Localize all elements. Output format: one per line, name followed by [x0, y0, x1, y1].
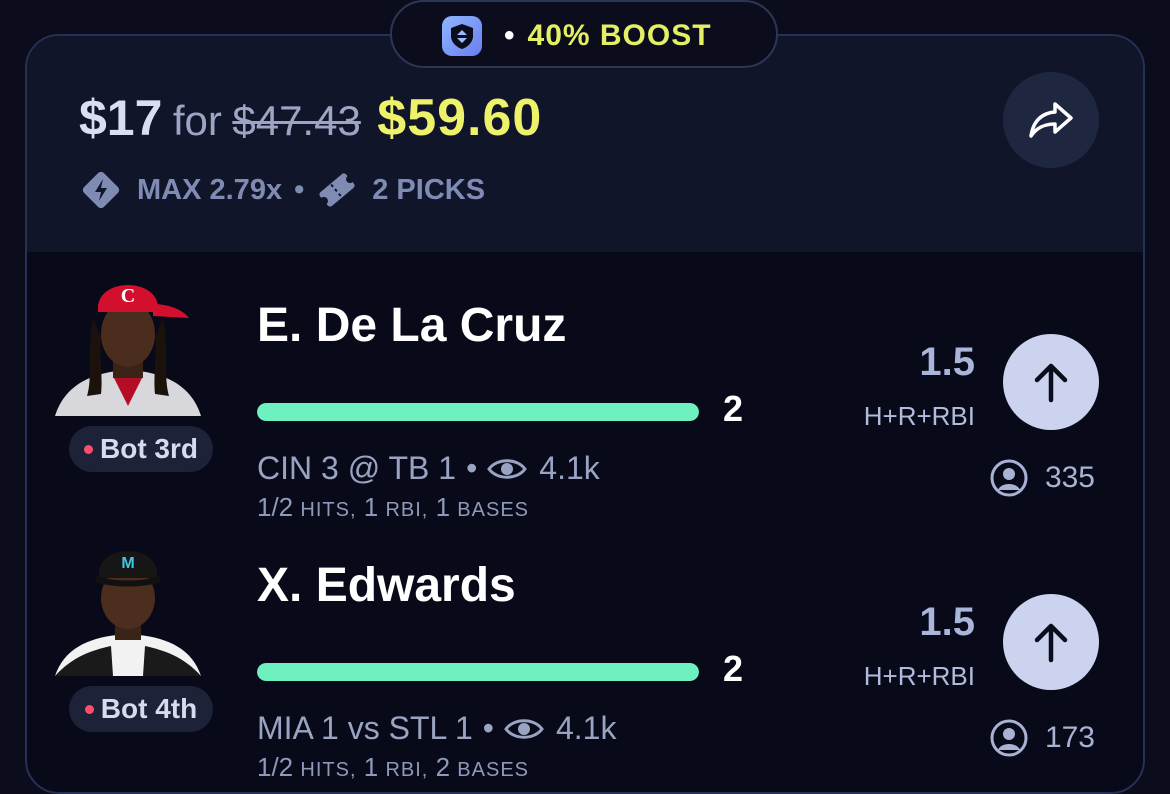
bases-label: BASES	[457, 499, 529, 521]
eye-icon	[504, 718, 544, 739]
pick-row[interactable]: C Bot 3rd E. De La Cruz 2 CIN 3 @ TB 1 •…	[27, 266, 1143, 526]
player-name: X. Edwards	[257, 559, 516, 612]
bases-value: 1	[435, 492, 451, 522]
bases-label: BASES	[457, 759, 529, 781]
live-dot-icon	[84, 704, 94, 714]
max-multiplier-label: MAX 2.79x	[137, 173, 283, 206]
svg-text:M: M	[121, 555, 134, 572]
boost-label: • 40% BOOST	[504, 19, 712, 53]
stat-type: H+R+RBI	[863, 401, 975, 431]
payout-summary: $17 for $47.43 $59.60	[79, 90, 542, 159]
pick-count-value: 335	[1044, 461, 1095, 494]
progress-bar	[257, 663, 699, 681]
max-multiplier-icon	[82, 171, 120, 209]
for-label: for	[172, 97, 222, 144]
progress-fill	[257, 403, 699, 421]
progress-bar	[257, 403, 699, 421]
hits-label: HITS,	[300, 759, 357, 781]
player-avatar: C	[53, 266, 203, 416]
hits-value: 1/2	[257, 492, 294, 522]
meta-separator: •	[294, 173, 305, 206]
hits-value: 1/2	[257, 752, 294, 782]
stake-amount: $17	[79, 90, 163, 146]
player-avatar: M	[53, 526, 203, 676]
inning-label: Bot 4th	[100, 693, 198, 724]
ticket-icon	[319, 173, 355, 207]
game-info: MIA 1 vs STL 1 • 4.1k	[257, 710, 616, 747]
bases-value: 2	[435, 752, 451, 782]
original-payout: $47.43	[232, 97, 361, 144]
stat-type: H+R+RBI	[863, 661, 975, 691]
more-pick-button[interactable]	[1003, 594, 1099, 690]
arrow-up-icon	[1034, 363, 1068, 403]
share-button[interactable]	[1003, 72, 1099, 168]
user-icon	[990, 459, 1028, 497]
inning-label: Bot 3rd	[100, 433, 198, 464]
rbi-value: 1	[363, 492, 379, 522]
inning-badge: Bot 3rd	[69, 426, 213, 472]
boost-pill[interactable]: • 40% BOOST	[390, 0, 778, 68]
live-stats: 1/2 HITS, 1 RBI, 2 BASES	[257, 752, 529, 783]
pick-count: 335	[989, 458, 1095, 498]
shield-boost-icon	[442, 16, 482, 56]
user-icon	[990, 719, 1028, 757]
view-count: 4.1k	[555, 710, 617, 746]
rbi-value: 1	[363, 752, 379, 782]
boost-separator: •	[504, 19, 516, 52]
projection-line: 1.5	[919, 340, 975, 384]
svg-text:C: C	[121, 285, 135, 307]
game-separator: •	[482, 710, 494, 746]
view-count: 4.1k	[539, 450, 600, 486]
player-name: E. De La Cruz	[257, 299, 567, 352]
eye-icon	[487, 458, 528, 479]
live-stats: 1/2 HITS, 1 RBI, 1 BASES	[257, 492, 529, 523]
pick-row[interactable]: M Bot 4th X. Edwards 2 MIA 1 vs STL 1 • …	[27, 526, 1143, 786]
rbi-label: RBI,	[385, 759, 429, 781]
game-score: MIA 1 vs STL 1	[257, 710, 473, 746]
entry-header: $17 for $47.43 $59.60 MAX 2.79x • 2 PICK…	[27, 36, 1143, 252]
rbi-label: RBI,	[385, 499, 429, 521]
hits-label: HITS,	[300, 499, 357, 521]
game-score: CIN 3 @ TB 1	[257, 450, 457, 486]
entry-card: $17 for $47.43 $59.60 MAX 2.79x • 2 PICK…	[25, 34, 1145, 794]
progress-fill	[257, 663, 699, 681]
live-dot-icon	[84, 444, 93, 454]
progress-value: 2	[723, 648, 744, 689]
game-separator: •	[466, 450, 478, 486]
share-icon	[1029, 102, 1073, 138]
boost-percent: 40% BOOST	[527, 19, 712, 52]
picks-count-label: 2 PICKS	[372, 173, 486, 206]
inning-badge: Bot 4th	[69, 686, 213, 732]
pick-count: 173	[989, 718, 1095, 758]
progress-value: 2	[723, 388, 744, 429]
more-pick-button[interactable]	[1003, 334, 1099, 430]
arrow-up-icon	[1034, 623, 1068, 663]
projection-line: 1.5	[919, 600, 975, 644]
game-info: CIN 3 @ TB 1 • 4.1k	[257, 450, 600, 487]
pick-count-value: 173	[1044, 721, 1095, 754]
entry-meta: MAX 2.79x • 2 PICKS	[79, 170, 485, 210]
boosted-payout: $59.60	[377, 89, 543, 147]
